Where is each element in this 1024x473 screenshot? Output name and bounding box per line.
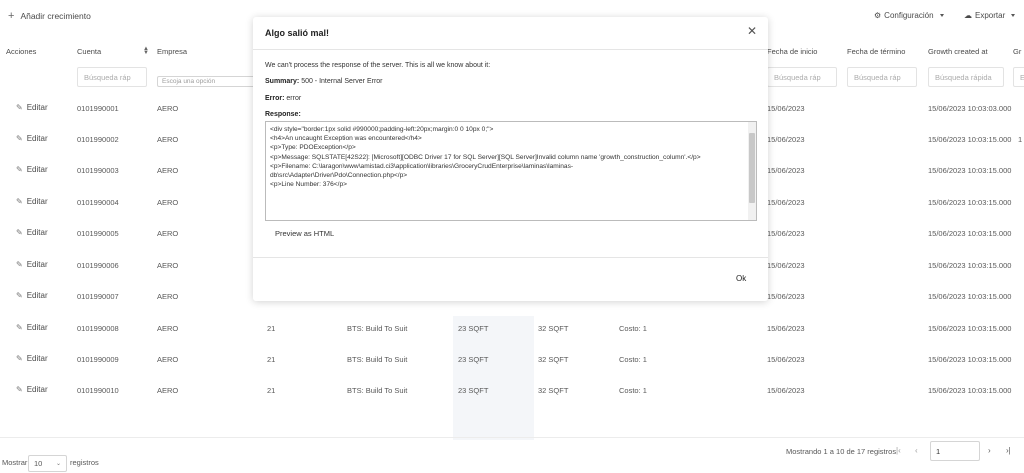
error-value: error (286, 95, 302, 102)
response-scroll-thumb[interactable] (749, 133, 755, 203)
error-modal: Algo salió mal! ✕ We can't process the r… (253, 17, 768, 301)
summary-line: Summary: 500 - Internal Server Error (265, 78, 383, 85)
response-line: <h4>An uncaught Exception was encountere… (270, 135, 422, 143)
modal-title: Algo salió mal! (265, 28, 330, 38)
response-line: Response: (265, 111, 301, 118)
summary-label: Summary: (265, 78, 300, 85)
modal-footer-divider (253, 257, 768, 258)
response-textarea[interactable]: <div style="border:1px solid #990000;pad… (265, 121, 757, 221)
ok-button[interactable]: Ok (736, 274, 746, 283)
close-icon[interactable]: ✕ (747, 25, 757, 37)
response-line: <p>Type: PDOException</p> (270, 144, 356, 152)
modal-intro: We can't process the response of the ser… (265, 62, 491, 69)
summary-value: 500 - Internal Server Error (301, 78, 383, 85)
modal-header-divider (253, 49, 768, 50)
response-line: db\src\Adapter\Driver\Pdo\Connection.php… (270, 172, 408, 180)
response-line: <div style="border:1px solid #990000;pad… (270, 126, 494, 133)
response-label: Response: (265, 111, 301, 118)
response-line: <p>Line Number: 376</p> (270, 181, 347, 189)
response-line: <p>Message: SQLSTATE[42S22]: [Microsoft]… (270, 153, 701, 161)
response-line: <p>Filename: C:\laragon\www\amistad.ci3\… (270, 162, 574, 170)
error-line: Error: error (265, 95, 301, 102)
preview-as-html-button[interactable]: Preview as HTML (275, 229, 334, 238)
error-label: Error: (265, 95, 285, 102)
